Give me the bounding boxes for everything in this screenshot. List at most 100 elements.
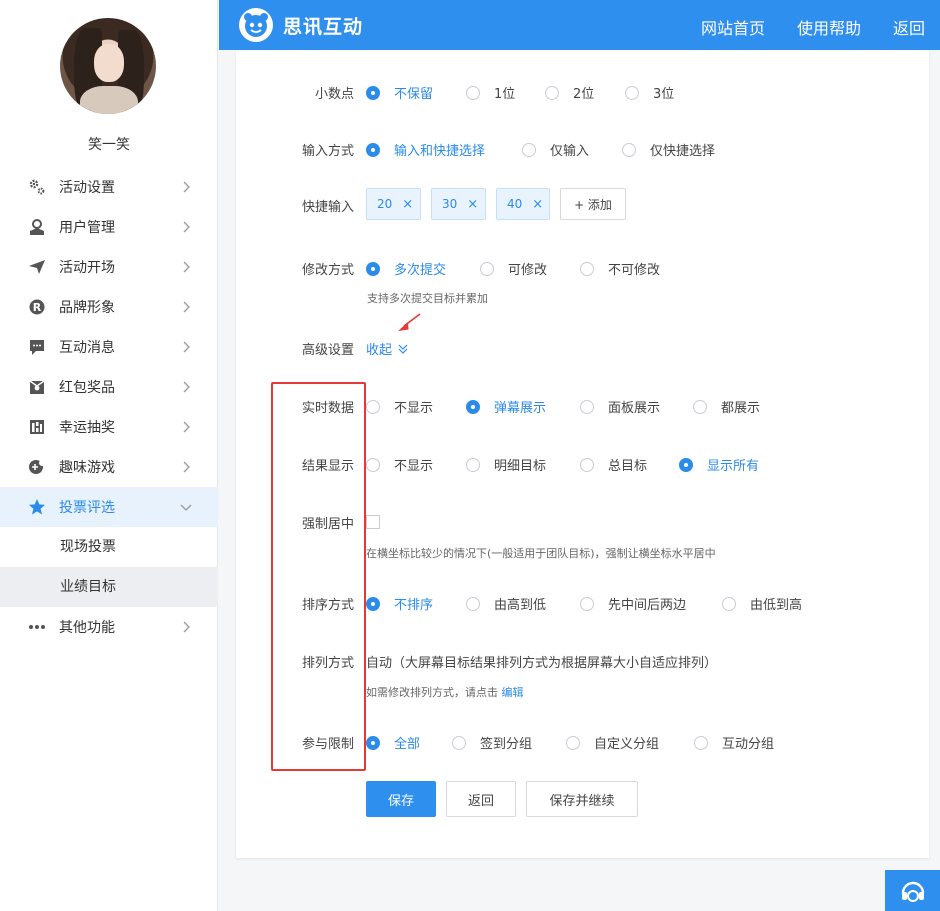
sidebar-item-activity-settings[interactable]: 活动设置 [0,167,218,207]
sidebar-item-label: 用户管理 [59,220,115,236]
realtime-option-hide[interactable]: 不显示 [366,397,433,416]
sidebar-item-label: 幸运抽奖 [59,420,115,436]
remove-tag-icon[interactable]: × [402,197,413,212]
customer-service-button[interactable] [885,870,940,911]
quick-tag: 30 × [431,188,486,220]
gears-icon [28,178,46,196]
chevron-right-icon [183,301,190,313]
edit-arrange-link[interactable]: 编辑 [502,686,524,699]
limit-option-interactive-group[interactable]: 互动分组 [694,733,774,752]
lottery-icon [28,418,46,436]
nav-back-link[interactable]: 返回 [893,15,925,39]
sidebar-item-interactive-messages[interactable]: 互动消息 [0,327,218,367]
modify-option-multiple[interactable]: 多次提交 [366,259,446,278]
sidebar-item-voting[interactable]: 投票评选 [0,487,218,527]
sidebar-item-label: 活动设置 [59,180,115,196]
gamepad-icon [28,458,46,476]
realtime-option-both[interactable]: 都展示 [693,397,760,416]
realtime-option-panel[interactable]: 面板展示 [580,397,660,416]
double-chevron-down-icon [398,344,408,354]
sidebar-item-label: 趣味游戏 [59,460,115,476]
modify-option-editable[interactable]: 可修改 [480,259,547,278]
user-icon [28,218,46,236]
result-option-detail[interactable]: 明细目标 [466,455,546,474]
sidebar-item-label: 其他功能 [59,620,115,636]
brand-name: 思讯互动 [283,16,364,38]
sidebar-item-lucky-draw[interactable]: 幸运抽奖 [0,407,218,447]
avatar[interactable] [60,18,156,114]
nav-help-link[interactable]: 使用帮助 [797,15,861,39]
logo[interactable] [239,8,273,42]
chevron-right-icon [183,461,190,473]
modify-row: 修改方式 多次提交 可修改 不可修改 支持多次提交目标并累加 [236,257,929,307]
quick-tag: 20 × [366,188,421,220]
sidebar-menu: 活动设置 用户管理 活动开场 R 品牌形象 互动消息 红包奖品 幸运抽奖 趣味游… [0,167,218,647]
save-button[interactable]: 保存 [366,781,436,817]
sort-option-none[interactable]: 不排序 [366,594,433,613]
arrange-hint: 如需修改排列方式，请点击 编辑 [366,686,524,699]
submenu-item-performance-target[interactable]: 业绩目标 [0,567,218,607]
gift-box-icon [28,378,46,396]
sort-option-asc[interactable]: 由低到高 [722,594,802,613]
input-mode-option-quick[interactable]: 仅快捷选择 [622,140,715,159]
chevron-right-icon [183,421,190,433]
force-center-checkbox[interactable] [366,515,380,529]
sidebar-item-brand-image[interactable]: R 品牌形象 [0,287,218,327]
input-mode-option-input[interactable]: 仅输入 [522,140,589,159]
quick-tag: 40 × [496,188,550,220]
sort-option-center-out[interactable]: 先中间后两边 [580,594,686,613]
input-mode-row: 输入方式 输入和快捷选择 仅输入 仅快捷选择 [236,139,929,159]
remove-tag-icon[interactable]: × [532,197,543,212]
limit-option-custom-group[interactable]: 自定义分组 [566,733,659,752]
more-dots-icon [28,618,46,636]
username: 笑一笑 [88,137,130,153]
limit-option-checkin-group[interactable]: 签到分组 [452,733,532,752]
modify-label: 修改方式 [301,263,354,278]
star-icon [28,498,46,516]
chevron-down-icon [180,504,192,511]
paper-plane-icon [28,258,46,276]
limit-option-all[interactable]: 全部 [366,733,420,752]
arrange-value: 自动（大屏幕目标结果排列方式为根据屏幕大小自适应排列） [366,656,718,671]
quick-input-label: 快捷输入 [301,200,354,215]
realtime-option-danmaku[interactable]: 弹幕展示 [466,397,546,416]
decimal-option-1[interactable]: 1位 [466,83,515,102]
add-quick-value-button[interactable]: + 添加 [560,188,626,220]
sidebar-item-activity-opening[interactable]: 活动开场 [0,247,218,287]
submenu-item-live-voting[interactable]: 现场投票 [0,527,218,567]
chevron-right-icon [183,261,190,273]
decimal-option-none[interactable]: 不保留 [366,83,433,102]
remove-tag-icon[interactable]: × [467,197,478,212]
collapse-toggle[interactable]: 收起 [366,339,410,358]
force-center-hint: 在横坐标比较少的情况下(一般适用于团队目标)，强制让横坐标水平居中 [366,547,716,560]
input-mode-option-both[interactable]: 输入和快捷选择 [366,140,485,159]
sidebar-item-user-management[interactable]: 用户管理 [0,207,218,247]
chat-bubble-icon [28,338,46,356]
decimal-label: 小数点 [314,87,354,102]
sort-option-desc[interactable]: 由高到低 [466,594,546,613]
quick-input-row: 快捷输入 20 × 30 × 40 × + 添加 [236,188,929,220]
decimal-option-2[interactable]: 2位 [545,83,594,102]
result-option-all[interactable]: 显示所有 [679,455,759,474]
result-option-hide[interactable]: 不显示 [366,455,433,474]
sidebar-item-label: 投票评选 [59,500,115,516]
sidebar: 笑一笑 活动设置 用户管理 活动开场 R 品牌形象 互动消息 红包奖品 幸运抽奖… [0,0,218,911]
result-option-total[interactable]: 总目标 [580,455,647,474]
modify-option-locked[interactable]: 不可修改 [580,259,660,278]
advanced-label: 高级设置 [301,343,354,358]
sidebar-item-label: 活动开场 [59,260,115,276]
sidebar-item-fun-games[interactable]: 趣味游戏 [0,447,218,487]
sidebar-item-red-packet-prizes[interactable]: 红包奖品 [0,367,218,407]
chevron-right-icon [183,341,190,353]
nav-home-link[interactable]: 网站首页 [701,15,765,39]
chevron-right-icon [183,381,190,393]
chevron-right-icon [183,621,190,633]
registered-icon: R [28,298,46,316]
save-and-continue-button[interactable]: 保存并继续 [526,781,638,817]
decimal-option-3[interactable]: 3位 [625,83,674,102]
sidebar-item-other-functions[interactable]: 其他功能 [0,607,218,647]
back-button[interactable]: 返回 [446,781,516,817]
chevron-right-icon [183,221,190,233]
sidebar-item-label: 品牌形象 [59,300,115,316]
headset-icon [901,881,924,902]
